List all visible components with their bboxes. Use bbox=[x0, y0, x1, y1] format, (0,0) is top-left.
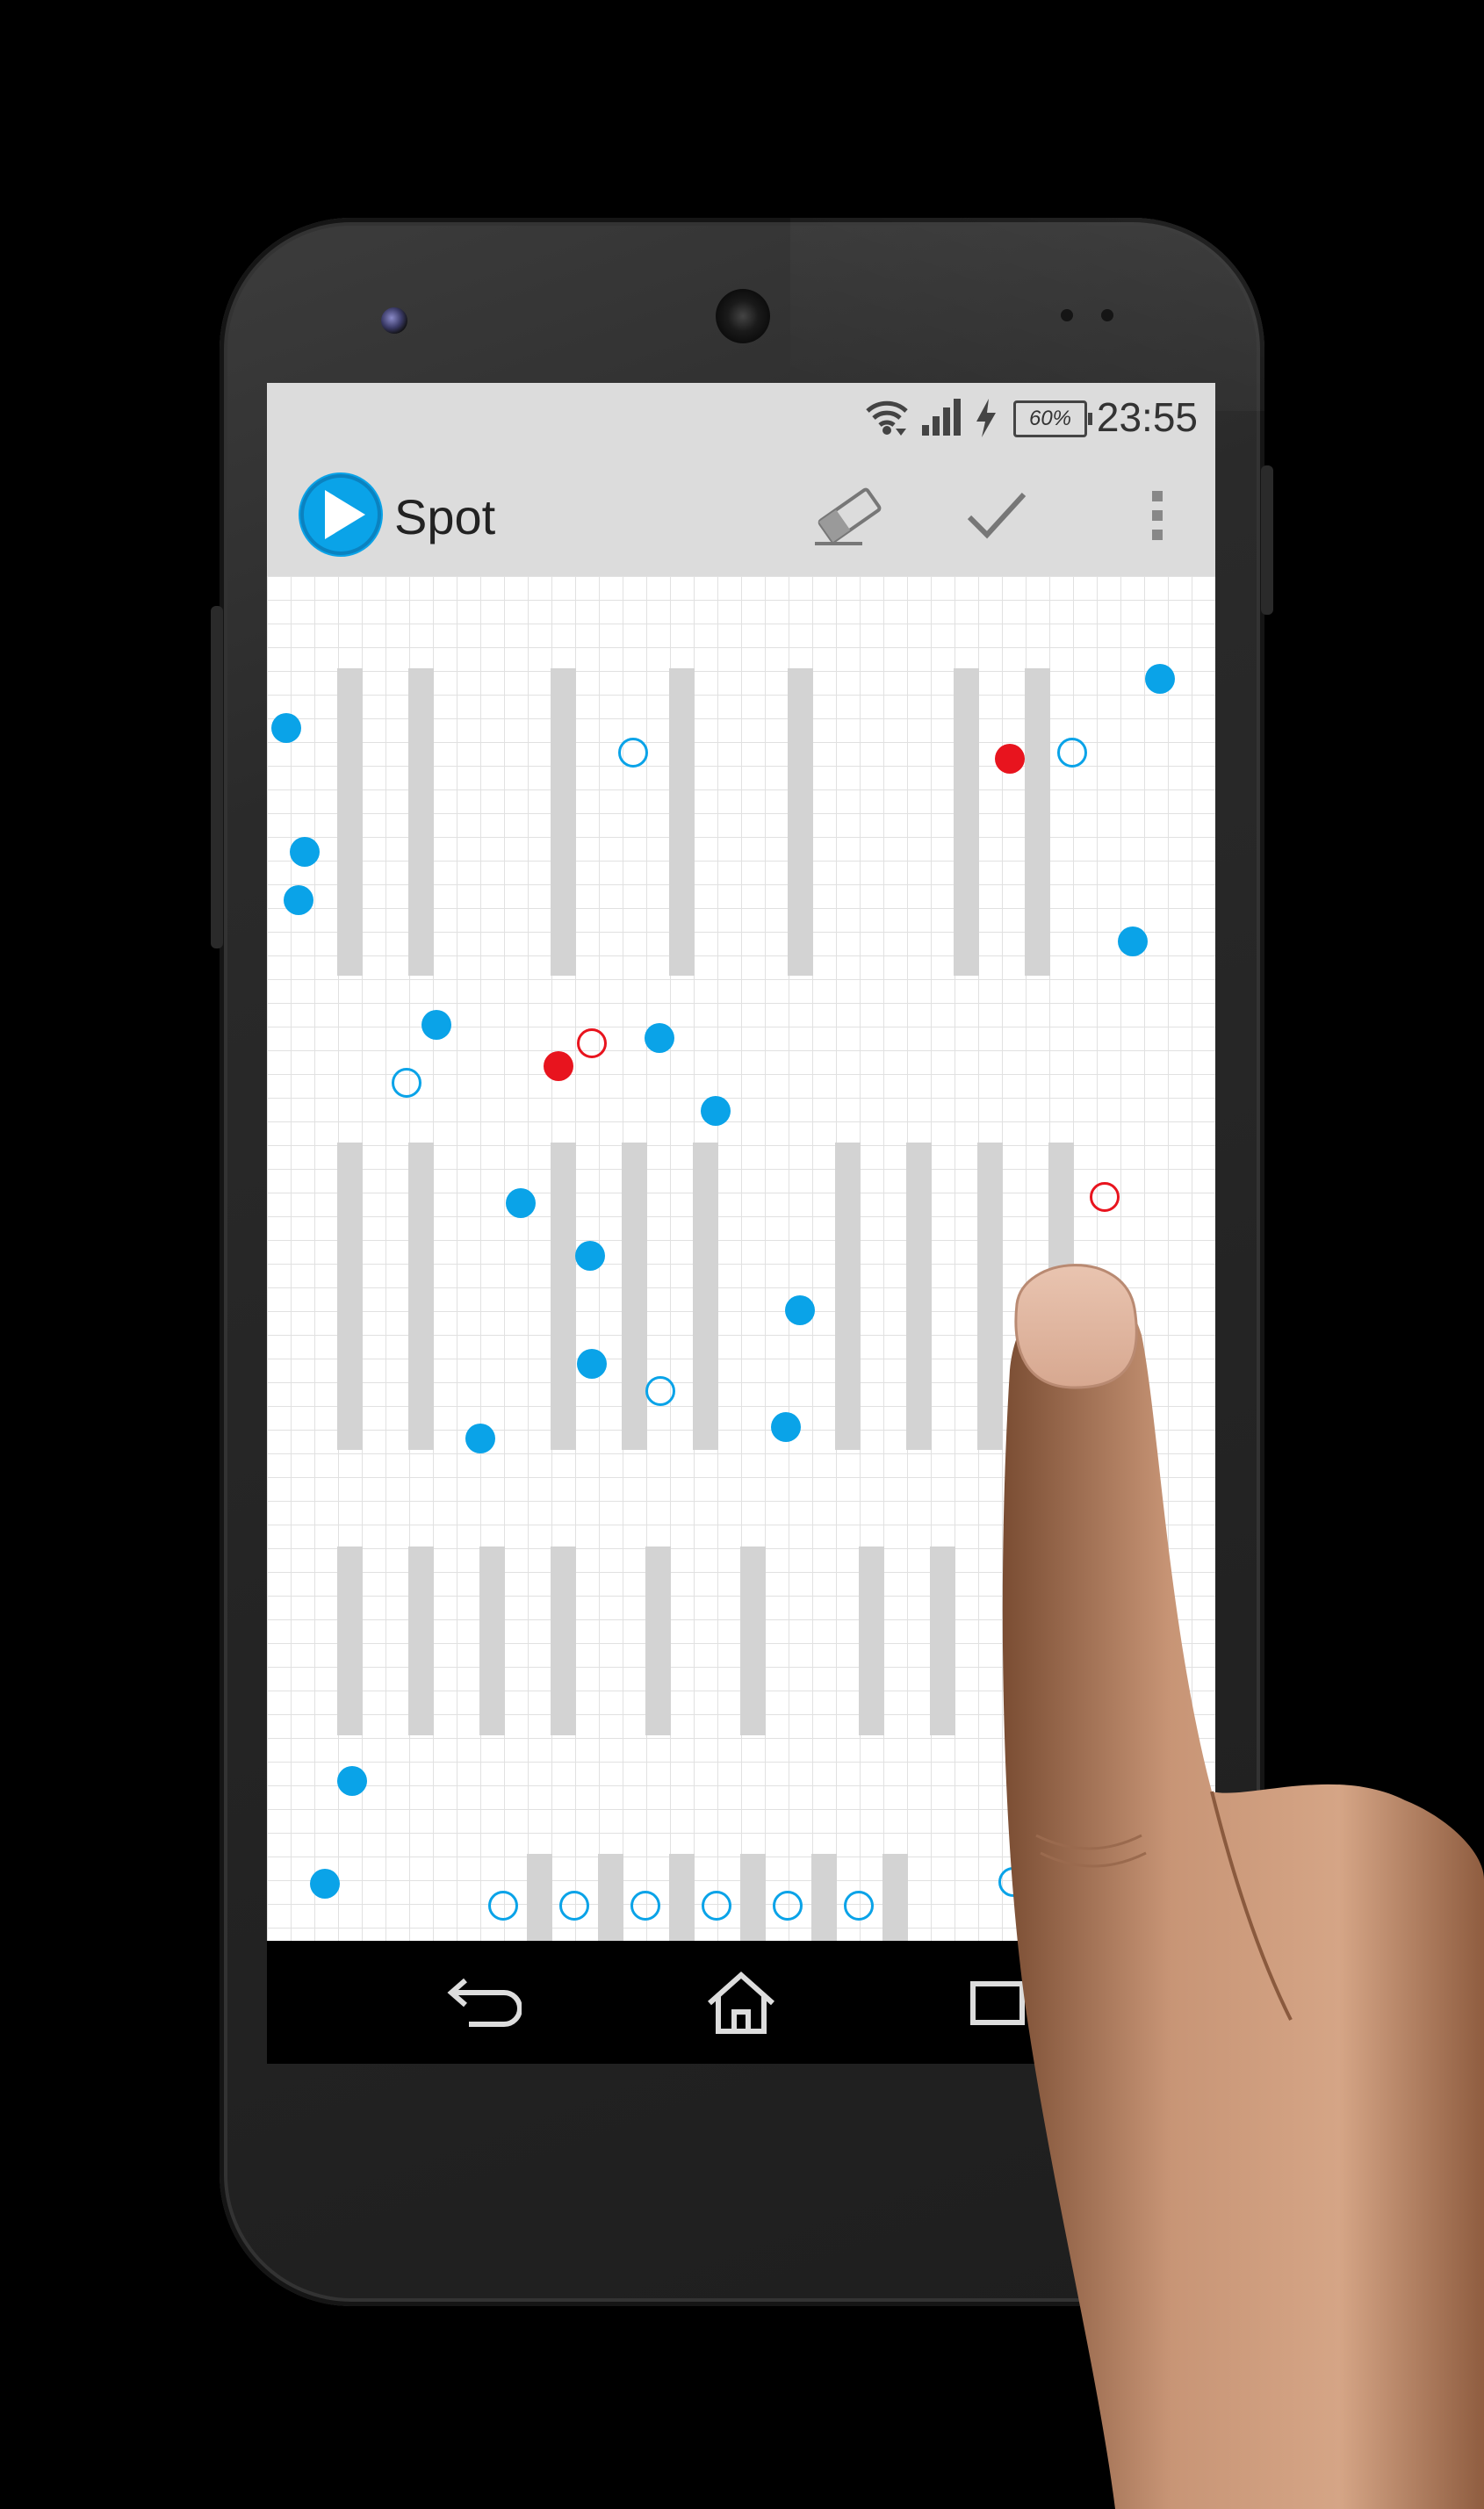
spot-hollow-blue bbox=[559, 1891, 589, 1921]
action-bar: Spot bbox=[267, 453, 1215, 576]
spot-filled-blue bbox=[701, 1096, 731, 1126]
spot-hollow-blue bbox=[645, 1376, 675, 1406]
spot-filled-blue bbox=[1118, 926, 1148, 956]
home-button[interactable] bbox=[697, 1963, 785, 2042]
spot-filled-blue bbox=[785, 1295, 815, 1325]
spot-filled-blue bbox=[290, 837, 320, 867]
status-icons: 60% bbox=[864, 395, 1127, 443]
charging-icon bbox=[976, 399, 996, 437]
bar bbox=[906, 1143, 932, 1450]
spot-filled-blue bbox=[645, 1023, 674, 1053]
spot-filled-blue bbox=[575, 1241, 605, 1271]
spot-filled-blue bbox=[1145, 664, 1175, 694]
bar bbox=[859, 1546, 884, 1735]
spot-hollow-blue bbox=[1057, 738, 1087, 768]
spot-hollow-blue bbox=[618, 738, 648, 768]
battery-icon: 60% bbox=[1013, 400, 1092, 437]
light-sensor bbox=[1101, 309, 1113, 321]
spot-filled-blue bbox=[771, 1412, 801, 1442]
spot-hollow-blue bbox=[488, 1891, 518, 1921]
bar bbox=[551, 1546, 576, 1735]
home-icon bbox=[708, 1971, 774, 2034]
bar bbox=[598, 1854, 623, 1941]
bar bbox=[645, 1546, 671, 1735]
bar bbox=[337, 1546, 363, 1735]
status-bar: 60% 23:55 bbox=[267, 383, 1215, 453]
bar bbox=[622, 1143, 647, 1450]
front-camera bbox=[381, 307, 407, 334]
earpiece-speaker bbox=[716, 289, 770, 343]
bar bbox=[408, 1143, 434, 1450]
bar bbox=[527, 1854, 552, 1941]
spot-filled-red bbox=[544, 1051, 573, 1081]
bar bbox=[1048, 1143, 1074, 1450]
bar bbox=[977, 1143, 1003, 1450]
signal-icon bbox=[922, 399, 961, 436]
overflow-menu-icon bbox=[1152, 491, 1163, 540]
spot-hollow-blue bbox=[702, 1891, 731, 1921]
back-icon bbox=[447, 1978, 522, 2027]
spot-filled-blue bbox=[506, 1188, 536, 1218]
bar bbox=[669, 668, 695, 976]
bar bbox=[811, 1854, 837, 1941]
wifi-icon bbox=[866, 400, 908, 436]
bar bbox=[408, 1546, 434, 1735]
spot-filled-blue bbox=[310, 1869, 340, 1899]
power-button bbox=[1261, 465, 1273, 615]
eraser-button[interactable] bbox=[810, 475, 889, 554]
spot-filled-blue bbox=[577, 1349, 607, 1379]
spot-filled-blue bbox=[271, 713, 301, 743]
volume-button bbox=[211, 606, 223, 948]
bar bbox=[337, 668, 363, 976]
spot-hollow-blue bbox=[392, 1068, 421, 1098]
bar bbox=[551, 668, 576, 976]
play-icon bbox=[300, 474, 381, 555]
status-time: 23:55 bbox=[1096, 394, 1198, 440]
bar bbox=[1025, 668, 1050, 976]
bar bbox=[835, 1143, 861, 1450]
bar bbox=[408, 668, 434, 976]
app-logo[interactable] bbox=[299, 472, 383, 557]
bar bbox=[669, 1854, 695, 1941]
done-button[interactable] bbox=[957, 475, 1036, 554]
spot-filled-blue bbox=[465, 1424, 495, 1453]
bar bbox=[930, 1546, 955, 1735]
spot-hollow-blue bbox=[844, 1891, 874, 1921]
eraser-icon bbox=[815, 487, 882, 545]
app-title: Spot bbox=[394, 489, 496, 544]
spot-filled-blue bbox=[337, 1766, 367, 1796]
bar bbox=[740, 1546, 766, 1735]
recents-icon bbox=[970, 1981, 1025, 2025]
bar bbox=[740, 1854, 766, 1941]
proximity-sensor bbox=[1061, 309, 1073, 321]
bar bbox=[479, 1546, 505, 1735]
back-button[interactable] bbox=[434, 1963, 522, 2042]
bar bbox=[693, 1143, 718, 1450]
spot-hollow-blue bbox=[998, 1867, 1028, 1897]
bar bbox=[788, 668, 813, 976]
check-icon bbox=[967, 492, 1027, 539]
navigation-bar bbox=[267, 1941, 1215, 2064]
bar bbox=[882, 1854, 908, 1941]
bar bbox=[337, 1143, 363, 1450]
overflow-menu-button[interactable] bbox=[1136, 475, 1180, 554]
spot-hollow-blue bbox=[630, 1891, 660, 1921]
device-screen: 60% 23:55 Spot bbox=[267, 383, 1215, 1941]
recents-button[interactable] bbox=[961, 1963, 1048, 2042]
bar bbox=[954, 668, 979, 976]
spot-canvas[interactable] bbox=[267, 576, 1215, 1941]
spot-hollow-blue bbox=[773, 1891, 803, 1921]
spot-hollow-red bbox=[577, 1028, 607, 1058]
spot-hollow-red bbox=[1090, 1182, 1120, 1212]
spot-filled-blue bbox=[284, 885, 313, 915]
bar bbox=[551, 1143, 576, 1450]
spot-filled-red bbox=[995, 744, 1025, 774]
spot-filled-blue bbox=[421, 1010, 451, 1040]
